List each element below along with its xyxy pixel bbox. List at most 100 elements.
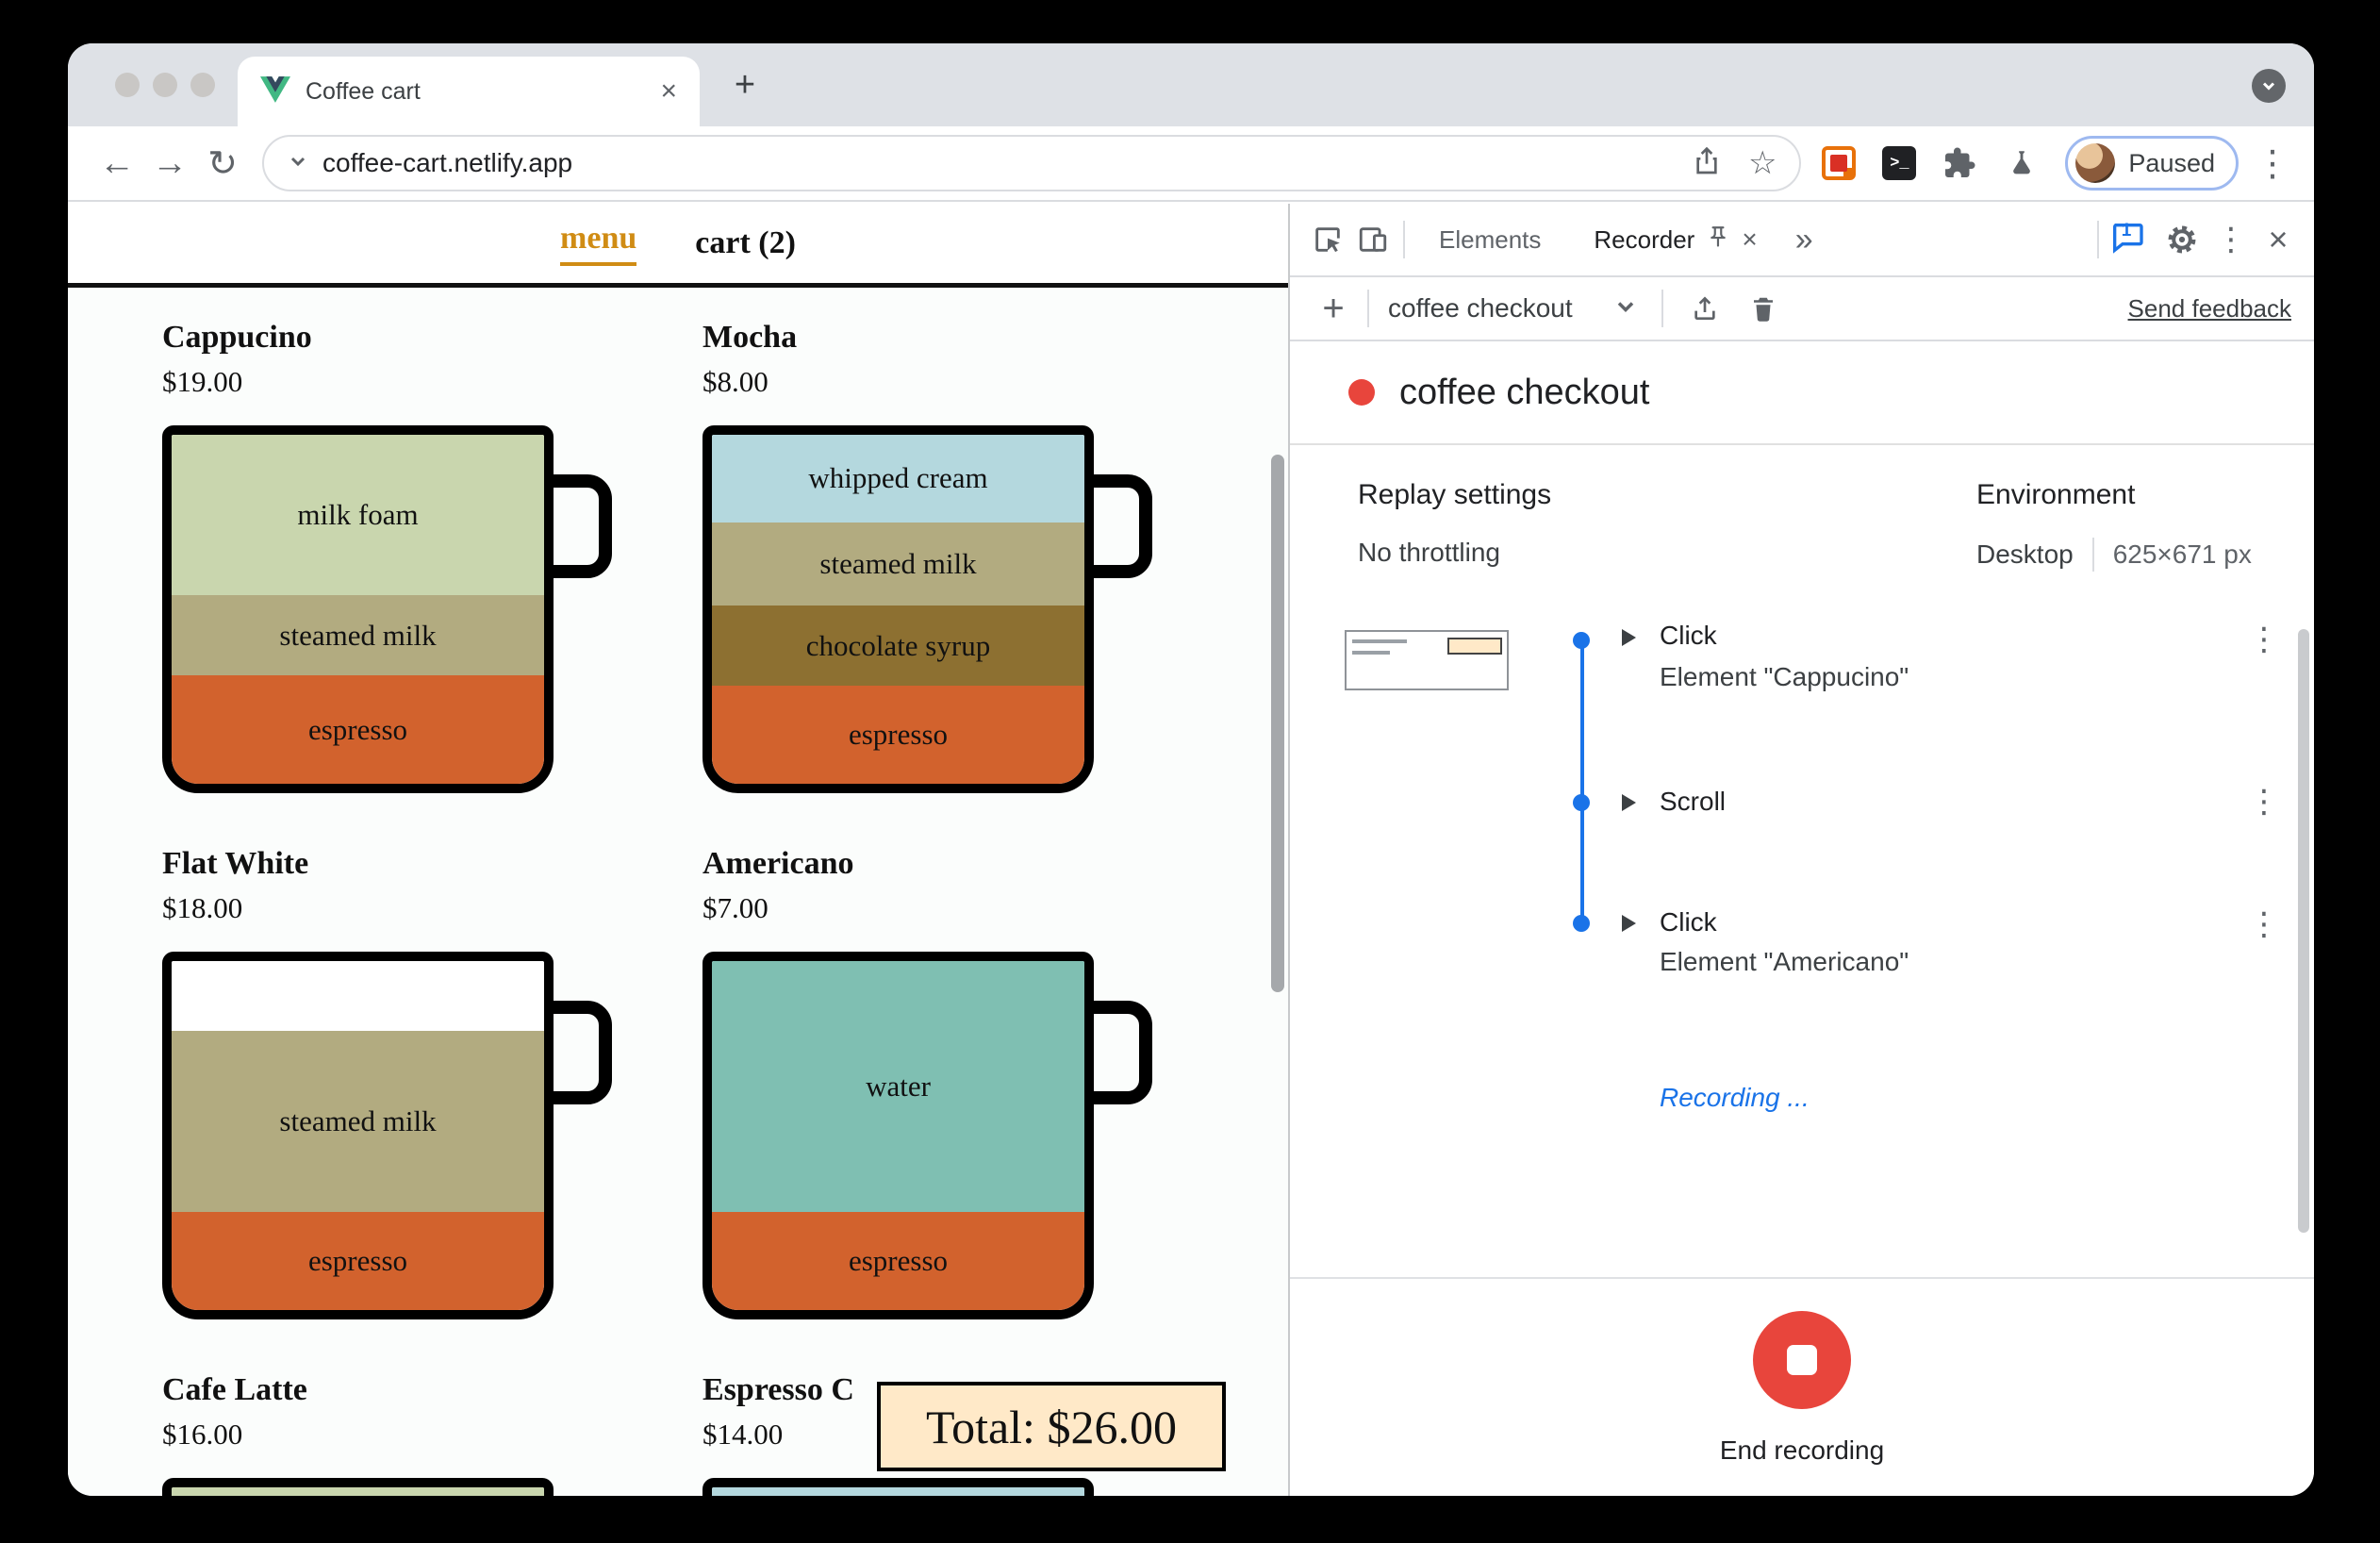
end-recording-button[interactable] xyxy=(1753,1311,1851,1409)
item-name: Mocha xyxy=(702,320,798,355)
browser-menu-icon[interactable]: ⋮ xyxy=(2254,142,2291,185)
calculator-extension-icon[interactable] xyxy=(1820,144,1858,182)
cup-americano[interactable]: water espresso xyxy=(702,952,1152,1319)
puzzle-extensions-icon[interactable] xyxy=(1941,144,1978,182)
environment-title[interactable]: Environment xyxy=(1976,479,2252,511)
cup-body[interactable]: whipped creamespresso xyxy=(702,1478,1094,1496)
chevron-down-icon xyxy=(1612,293,1639,324)
cup-mocha[interactable]: whipped cream steamed milk chocolate syrup… xyxy=(702,425,1152,793)
step-action[interactable]: Click xyxy=(1660,907,1717,937)
vue-logo-icon xyxy=(260,75,290,108)
zoom-window-button[interactable] xyxy=(190,73,215,97)
close-devtools-icon[interactable]: × xyxy=(2257,220,2299,259)
divider xyxy=(1403,221,1405,258)
paused-profile-button[interactable]: Paused xyxy=(2065,136,2239,191)
expand-step-icon[interactable] xyxy=(1622,794,1636,811)
step-detail[interactable]: Element "Americano" xyxy=(1660,947,1909,977)
nav-cart-link[interactable]: cart (2) xyxy=(695,225,796,261)
step-action[interactable]: Scroll xyxy=(1660,787,1726,817)
cup-cappucino[interactable]: milk foam steamed milk espresso xyxy=(162,425,612,793)
recording-select[interactable]: coffee checkout xyxy=(1388,293,1639,324)
app-scrollbar-thumb[interactable] xyxy=(1271,455,1284,992)
pin-icon xyxy=(1706,224,1730,256)
cup-espresso[interactable]: whipped creamespresso xyxy=(702,1478,1094,1496)
share-icon[interactable] xyxy=(1692,146,1722,181)
cup-layer-espresso: espresso xyxy=(712,686,1084,784)
tab-strip: Coffee cart × + xyxy=(68,43,2314,126)
cup-body[interactable]: milk foamsteamed milkespresso xyxy=(162,425,554,793)
expand-step-icon[interactable] xyxy=(1622,915,1636,932)
cart-total-button[interactable]: Total: $26.00 xyxy=(877,1382,1226,1471)
menu-grid: Cappucino $19.00 milk foam steamed milk es… xyxy=(68,288,1288,1496)
item-name: Flat White xyxy=(162,846,309,881)
device-toolbar-icon[interactable] xyxy=(1350,217,1396,262)
devtools-panel: Elements Recorder × » 1 ⋮ × + coffee che… xyxy=(1288,204,2314,1496)
minimize-window-button[interactable] xyxy=(153,73,177,97)
browser-tab[interactable]: Coffee cart × xyxy=(238,57,700,126)
cup-layer-espresso: espresso xyxy=(172,675,544,784)
tab-elements[interactable]: Elements xyxy=(1413,225,1567,255)
tab-close-icon[interactable]: × xyxy=(660,77,677,106)
coffee-cart-app: menu cart (2) Cappucino $19.00 milk foam… xyxy=(68,204,1288,1496)
issues-counter[interactable]: 1 xyxy=(2108,219,2150,260)
cup-body[interactable]: milk foamsteamed milkespresso xyxy=(162,1478,554,1496)
step-detail[interactable]: Element "Cappucino" xyxy=(1660,662,1909,692)
recording-select-label: coffee checkout xyxy=(1388,293,1573,323)
cup-layer-water: water xyxy=(712,961,1084,1213)
environment-device: Desktop xyxy=(1976,539,2074,569)
item-price: $7.00 xyxy=(702,891,769,924)
new-tab-button[interactable]: + xyxy=(724,64,766,106)
flask-extension-icon[interactable] xyxy=(2003,144,2041,182)
terminal-extension-icon[interactable]: >_ xyxy=(1882,146,1917,180)
replay-settings-section: Replay settings No throttling Environmen… xyxy=(1290,445,2314,624)
delete-recording-icon[interactable] xyxy=(1741,286,1786,331)
replay-settings-title[interactable]: Replay settings xyxy=(1358,479,1976,511)
recorder-steps-list: Click Element "Cappucino" ⋮ Scroll ⋮ Cli… xyxy=(1290,624,2314,1277)
cup-body[interactable]: water espresso xyxy=(702,952,1094,1319)
step-menu-icon[interactable]: ⋮ xyxy=(2248,783,2280,821)
forward-icon[interactable]: → xyxy=(143,137,196,190)
issues-count: 1 xyxy=(2121,221,2132,241)
item-price: $8.00 xyxy=(702,365,769,398)
item-name: Cafe Latte xyxy=(162,1372,307,1407)
recording-indicator-dot xyxy=(1348,379,1375,406)
devtools-tab-bar: Elements Recorder × » 1 ⋮ × xyxy=(1290,204,2314,277)
steps-scrollbar-thumb[interactable] xyxy=(2298,629,2309,1233)
step-menu-icon[interactable]: ⋮ xyxy=(2248,624,2280,658)
send-feedback-link[interactable]: Send feedback xyxy=(2128,294,2291,324)
back-icon[interactable]: ← xyxy=(91,137,143,190)
menu-item-mocha: Mocha $8.00 whipped cream steamed milk cho… xyxy=(702,320,1152,793)
bookmark-star-icon[interactable]: ☆ xyxy=(1748,144,1777,182)
cup-layer-espresso: espresso xyxy=(172,1212,544,1310)
more-tabs-icon[interactable]: » xyxy=(1784,222,1825,258)
chrome-profile-chevron-icon[interactable] xyxy=(2252,69,2286,103)
site-info-chevron-icon[interactable] xyxy=(287,150,309,177)
add-recording-icon[interactable]: + xyxy=(1313,288,1354,330)
step-screenshot-thumbnail[interactable] xyxy=(1345,630,1509,690)
settings-gear-icon[interactable] xyxy=(2159,217,2205,262)
thumbnail-total-chip xyxy=(1447,638,1502,655)
reload-icon[interactable]: ↻ xyxy=(196,137,249,190)
tab-recorder[interactable]: Recorder × xyxy=(1567,224,1783,256)
cup-cafe-latte[interactable]: milk foamsteamed milkespresso xyxy=(162,1478,554,1496)
step-menu-icon[interactable]: ⋮ xyxy=(2248,905,2280,943)
nav-menu-link[interactable]: menu xyxy=(560,221,637,266)
step-action[interactable]: Click xyxy=(1660,624,1717,651)
screen: Coffee cart × + ← → ↻ coffee-cart.netlif… xyxy=(0,0,2380,1543)
expand-step-icon[interactable] xyxy=(1622,629,1636,646)
close-recorder-tab-icon[interactable]: × xyxy=(1742,224,1757,255)
cup-body[interactable]: whipped cream steamed milk chocolate syrup… xyxy=(702,425,1094,793)
cup-flat-white[interactable]: steamed milk espresso xyxy=(162,952,612,1319)
menu-item-cafe-latte: Cafe Latte $16.00 milk foamsteamed milke… xyxy=(162,1372,605,1496)
url-text[interactable]: coffee-cart.netlify.app xyxy=(322,148,572,178)
item-name: Cappucino xyxy=(162,320,312,355)
tab-title: Coffee cart xyxy=(306,77,421,105)
divider xyxy=(1367,290,1369,327)
devtools-menu-icon[interactable]: ⋮ xyxy=(2214,221,2248,258)
inspect-element-icon[interactable] xyxy=(1305,217,1350,262)
close-window-button[interactable] xyxy=(115,73,140,97)
cup-body[interactable]: steamed milk espresso xyxy=(162,952,554,1319)
export-recording-icon[interactable] xyxy=(1682,286,1727,331)
address-bar[interactable]: coffee-cart.netlify.app ☆ xyxy=(262,135,1802,191)
menu-item-flat-white: Flat White $18.00 steamed milk espresso xyxy=(162,846,612,1319)
